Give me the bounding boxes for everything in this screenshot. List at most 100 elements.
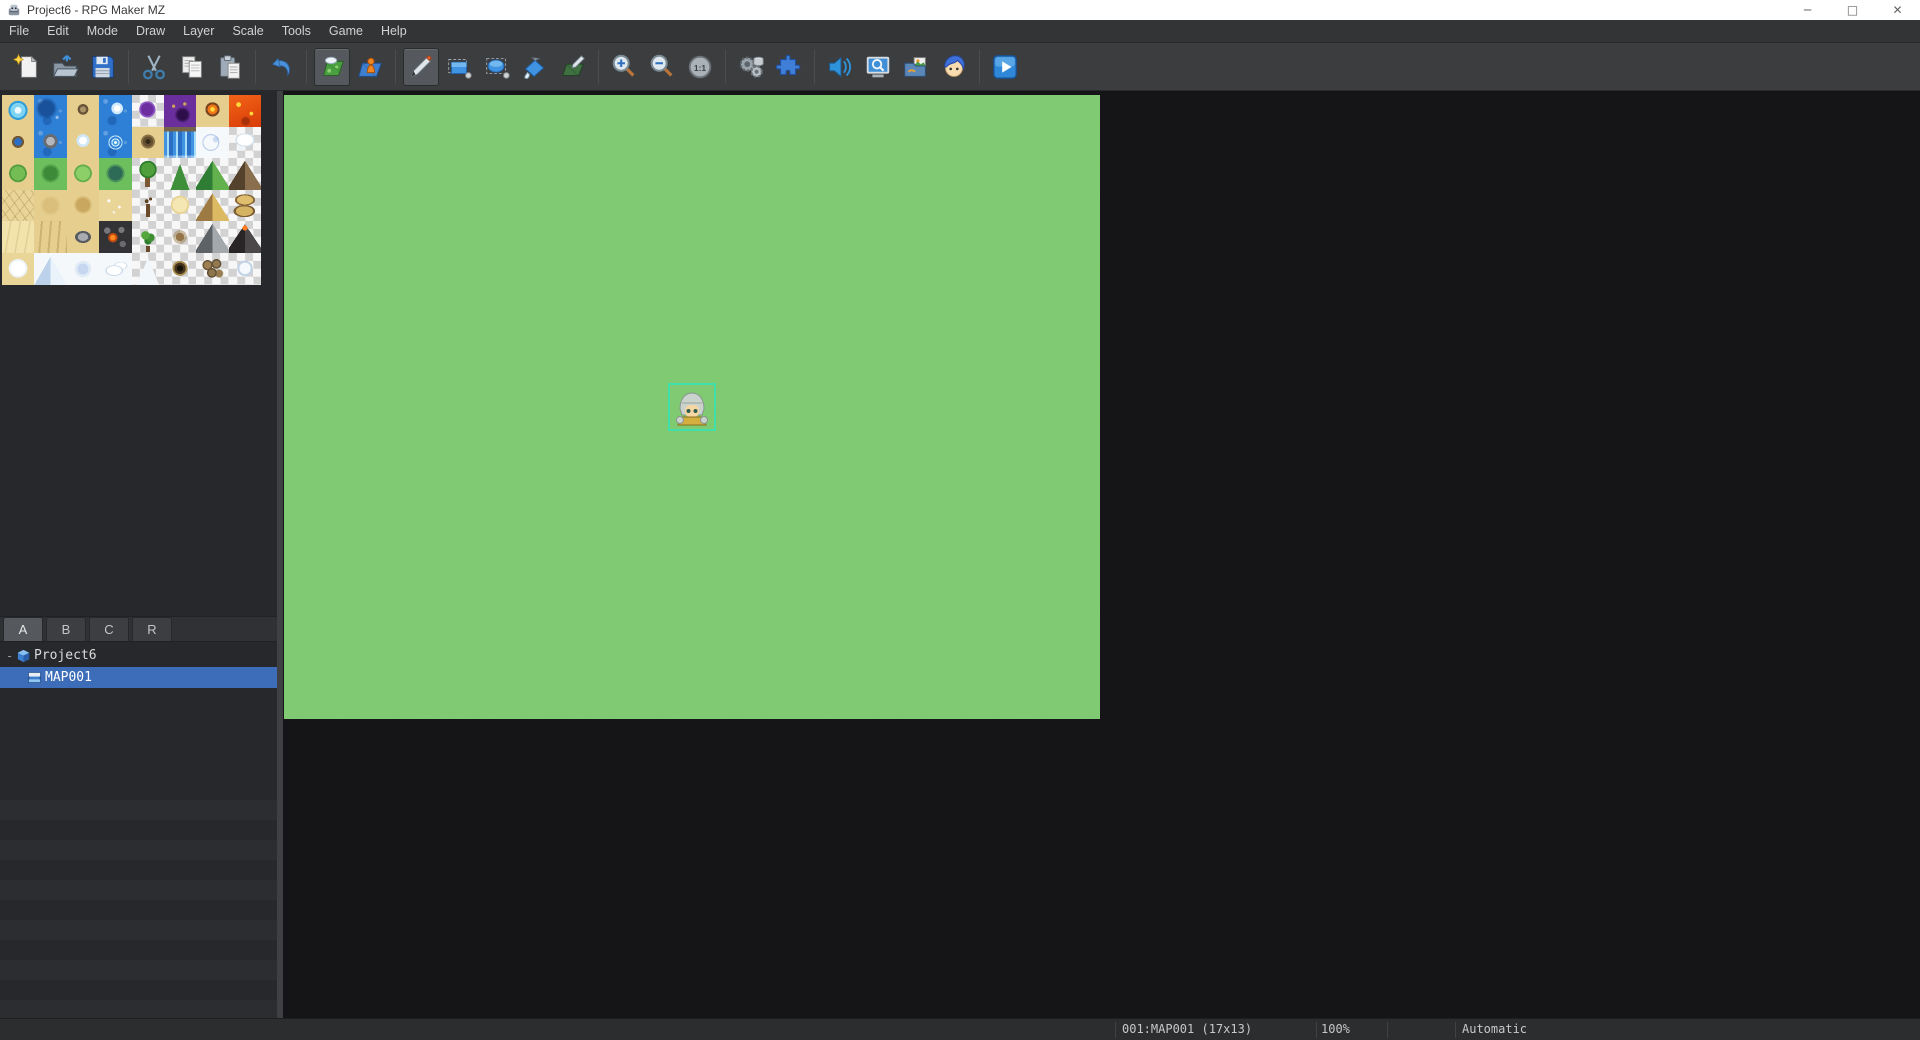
playtest-button[interactable] bbox=[987, 48, 1023, 86]
tile-sand-dunes[interactable] bbox=[34, 221, 66, 253]
menu-scale[interactable]: Scale bbox=[223, 20, 272, 43]
tileset-tab-bar: A B C R bbox=[0, 616, 277, 642]
tile-light-grass-patch[interactable] bbox=[67, 158, 99, 190]
toolbar-separator bbox=[128, 50, 129, 84]
menu-game[interactable]: Game bbox=[320, 20, 372, 43]
toolbar-separator bbox=[979, 50, 980, 84]
tile-green-mountain[interactable] bbox=[196, 158, 228, 190]
tile-pale-dunes[interactable] bbox=[2, 221, 34, 253]
maximize-button[interactable]: □ bbox=[1830, 0, 1875, 20]
shadow-pen-tool-button[interactable] bbox=[555, 48, 591, 86]
tile-ice-ball[interactable] bbox=[67, 127, 99, 159]
menu-mode[interactable]: Mode bbox=[78, 20, 127, 43]
plugin-manager-button[interactable] bbox=[771, 48, 807, 86]
tile-gold-mountain[interactable] bbox=[196, 190, 228, 222]
tile-gray-boulder[interactable] bbox=[67, 221, 99, 253]
tile-brown-rocks[interactable] bbox=[196, 253, 228, 285]
tree-item-project[interactable]: - Project6 bbox=[0, 645, 277, 666]
open-project-button[interactable] bbox=[47, 48, 83, 86]
tile-snow-drift[interactable] bbox=[99, 253, 131, 285]
tile-dirt-patch[interactable] bbox=[164, 221, 196, 253]
tree-item-map001[interactable]: MAP001 bbox=[0, 667, 277, 688]
menu-tools[interactable]: Tools bbox=[273, 20, 320, 43]
tile-brown-mountain[interactable] bbox=[229, 158, 261, 190]
tileset-tab-c[interactable]: C bbox=[89, 617, 129, 641]
actual-scale-button[interactable]: 1:1 bbox=[682, 48, 718, 86]
tile-grass-patch[interactable] bbox=[2, 158, 34, 190]
zoom-out-button[interactable] bbox=[644, 48, 680, 86]
tile-whirlpool[interactable] bbox=[99, 127, 131, 159]
tile-ice-smudge[interactable] bbox=[67, 253, 99, 285]
tile-lava-rocks[interactable] bbox=[99, 221, 131, 253]
tile-sea-boulder[interactable] bbox=[34, 127, 66, 159]
tileset-tab-r[interactable]: R bbox=[132, 617, 172, 641]
tile-sand-patch[interactable] bbox=[67, 190, 99, 222]
scissors-icon bbox=[139, 52, 169, 82]
tile-sea-splash[interactable] bbox=[99, 95, 131, 127]
zoom-in-button[interactable] bbox=[606, 48, 642, 86]
tile-sand[interactable] bbox=[34, 190, 66, 222]
tile-snow-bush[interactable] bbox=[229, 253, 261, 285]
tile-snow-pine[interactable] bbox=[132, 253, 164, 285]
ellipse-tool-button[interactable] bbox=[479, 48, 515, 86]
map-document-icon bbox=[27, 670, 42, 685]
tile-gold-rocks[interactable] bbox=[229, 190, 261, 222]
tile-dead-tree[interactable] bbox=[132, 190, 164, 222]
menu-file[interactable]: File bbox=[0, 20, 38, 43]
map-editor-area[interactable] bbox=[283, 91, 1920, 1018]
cut-button[interactable] bbox=[136, 48, 172, 86]
tile-teal-grass-patch[interactable] bbox=[99, 158, 131, 190]
tile-pale-sand-patch[interactable] bbox=[164, 190, 196, 222]
tile-swamp-plants[interactable] bbox=[164, 95, 196, 127]
tile-cloud[interactable] bbox=[229, 127, 261, 159]
tile-green-bush[interactable] bbox=[132, 221, 164, 253]
tile-small-pine[interactable] bbox=[164, 158, 196, 190]
tile-dark-pit[interactable] bbox=[164, 253, 196, 285]
tile-ice-crystal[interactable] bbox=[34, 253, 66, 285]
tile-volcano[interactable] bbox=[229, 221, 261, 253]
tileset-tab-b[interactable]: B bbox=[46, 617, 86, 641]
paste-button[interactable] bbox=[212, 48, 248, 86]
menu-help[interactable]: Help bbox=[372, 20, 416, 43]
pencil-tool-button[interactable] bbox=[403, 48, 439, 86]
character-generator-button[interactable] bbox=[936, 48, 972, 86]
map-mode-button[interactable] bbox=[314, 48, 350, 86]
event-mode-button[interactable] bbox=[352, 48, 388, 86]
tile-lava-crater[interactable] bbox=[196, 95, 228, 127]
tile-poison-swamp[interactable] bbox=[132, 95, 164, 127]
tile-lava[interactable] bbox=[229, 95, 261, 127]
tile-snow-patch[interactable] bbox=[2, 253, 34, 285]
map-canvas[interactable] bbox=[284, 95, 1100, 719]
tile-frost[interactable] bbox=[196, 127, 228, 159]
collapse-expander-icon[interactable]: - bbox=[6, 651, 16, 661]
tile-water-hole[interactable] bbox=[2, 127, 34, 159]
save-project-button[interactable] bbox=[85, 48, 121, 86]
menu-draw[interactable]: Draw bbox=[127, 20, 174, 43]
minimize-button[interactable]: ─ bbox=[1785, 0, 1830, 20]
event-searcher-button[interactable] bbox=[860, 48, 896, 86]
tile-tree[interactable] bbox=[132, 158, 164, 190]
resource-manager-button[interactable] bbox=[898, 48, 934, 86]
tile-sea-rock[interactable] bbox=[67, 95, 99, 127]
menu-edit[interactable]: Edit bbox=[38, 20, 78, 43]
tile-sparkle-sand[interactable] bbox=[99, 190, 131, 222]
tileset-tab-a[interactable]: A bbox=[3, 617, 43, 641]
rectangle-tool-button[interactable] bbox=[441, 48, 477, 86]
tile-sea[interactable] bbox=[34, 95, 66, 127]
tile-dark-grass-patch[interactable] bbox=[34, 158, 66, 190]
tile-shallow-pool[interactable] bbox=[2, 95, 34, 127]
tile-dirt-crater[interactable] bbox=[132, 127, 164, 159]
tile-gray-mountain[interactable] bbox=[196, 221, 228, 253]
menu-layer[interactable]: Layer bbox=[174, 20, 223, 43]
database-button[interactable] bbox=[733, 48, 769, 86]
undo-button[interactable] bbox=[263, 48, 299, 86]
tile-cracked-sand[interactable] bbox=[2, 190, 34, 222]
flood-fill-tool-button[interactable] bbox=[517, 48, 553, 86]
tile-waterfall[interactable] bbox=[164, 127, 196, 159]
blue-rectangle-icon bbox=[444, 52, 474, 82]
sound-test-button[interactable] bbox=[822, 48, 858, 86]
player-start-event[interactable] bbox=[668, 383, 716, 431]
new-project-button[interactable] bbox=[9, 48, 45, 86]
close-button[interactable]: ✕ bbox=[1875, 0, 1920, 20]
copy-button[interactable] bbox=[174, 48, 210, 86]
